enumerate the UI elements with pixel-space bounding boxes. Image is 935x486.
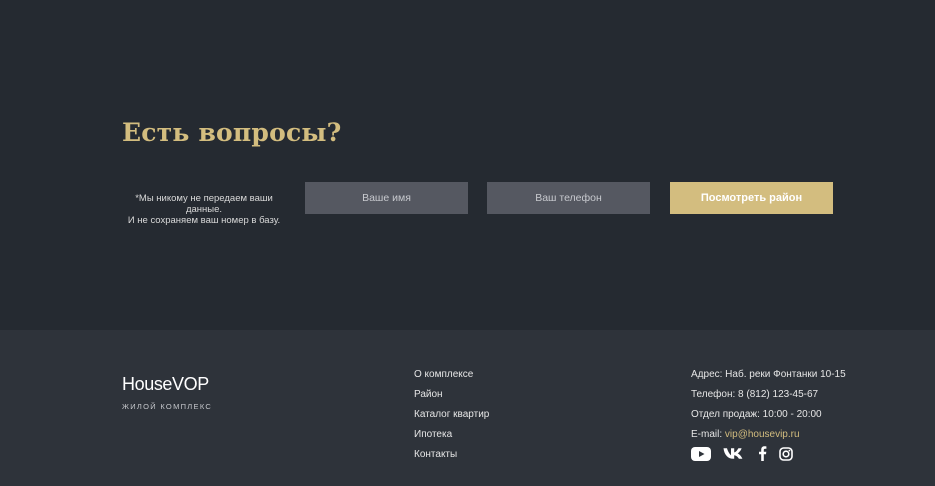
view-district-button[interactable]: Посмотреть район <box>670 182 833 214</box>
sales-hours-text: Отдел продаж: 10:00 - 20:00 <box>691 409 822 420</box>
footer-nav-about[interactable]: О комплексе <box>414 367 489 387</box>
instagram-icon[interactable] <box>779 446 793 466</box>
footer-nav-district[interactable]: Район <box>414 387 489 407</box>
footer-nav-catalog[interactable]: Каталог квартир <box>414 407 489 427</box>
youtube-icon[interactable] <box>691 446 711 466</box>
footer-nav-contacts[interactable]: Контакты <box>414 447 489 467</box>
footer-nav-mortgage[interactable]: Ипотека <box>414 427 489 447</box>
logo[interactable]: HouseVOP <box>122 374 209 395</box>
address-text: Адрес: Наб. реки Фонтанки 10-15 <box>691 369 846 380</box>
email-line: E-mail: vip@housevip.ru <box>691 427 833 447</box>
contacts-block: Адрес: Наб. реки Фонтанки 10-15 Телефон:… <box>691 367 846 447</box>
social-links <box>691 446 805 466</box>
phone-text: Телефон: 8 (812) 123-45-67 <box>691 389 819 400</box>
footer-nav: О комплексе Район Каталог квартир Ипотек… <box>414 367 489 467</box>
email-link[interactable]: vip@housevip.ru <box>725 429 800 440</box>
disclaimer-line: *Мы никому не передаем ваши данные. <box>135 193 273 215</box>
logo-subtitle: ЖИЛОЙ КОМПЛЕКС <box>122 402 213 411</box>
name-input[interactable] <box>305 182 468 214</box>
questions-section: Есть вопросы? *Мы никому не передаем ваш… <box>0 0 935 330</box>
facebook-icon[interactable] <box>758 446 767 466</box>
section-title: Есть вопросы? <box>122 118 342 147</box>
email-label: E-mail: <box>691 429 723 440</box>
phone-input[interactable] <box>487 182 650 214</box>
vk-icon[interactable] <box>723 447 746 465</box>
disclaimer-line: И не сохраняем ваш номер в базу. <box>127 215 281 226</box>
privacy-disclaimer: *Мы никому не передаем ваши данные. И не… <box>118 193 290 226</box>
